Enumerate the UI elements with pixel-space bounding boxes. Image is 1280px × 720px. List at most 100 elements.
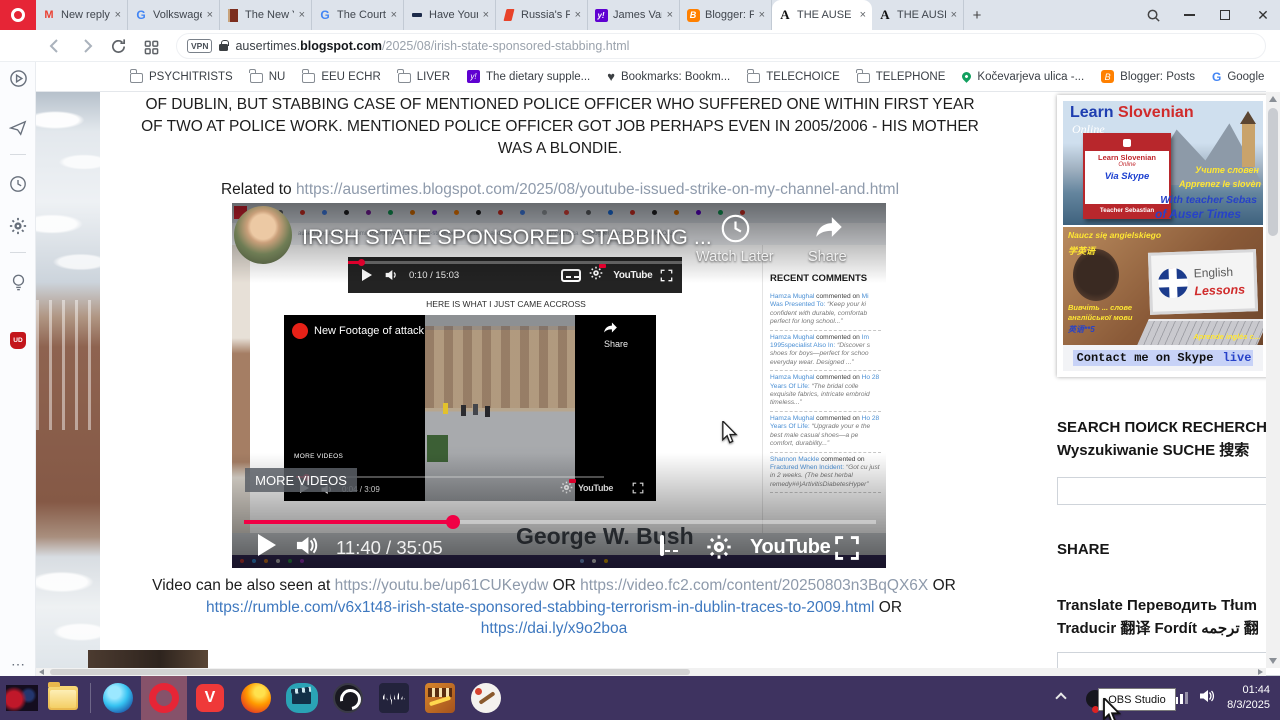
taskbar-explorer[interactable] [40, 676, 86, 720]
tab-james-van[interactable]: y!James Van× [588, 0, 680, 30]
share-icon[interactable] [602, 320, 619, 335]
watch-later-icon[interactable] [720, 213, 751, 244]
embedded-video-player[interactable]: ausertimes.blogspot.com/2025/08/youtube-… [232, 203, 886, 568]
lightbulb-icon[interactable] [8, 272, 28, 292]
tab-close-icon[interactable]: × [860, 9, 866, 21]
ublock-shield-icon[interactable]: UD [8, 330, 28, 350]
tab-close-icon[interactable]: × [207, 9, 213, 21]
reload-icon[interactable] [110, 35, 130, 57]
share-label[interactable]: Share [604, 339, 628, 349]
tab-close-icon[interactable]: × [115, 9, 121, 21]
dailymotion-link[interactable]: https://dai.ly/x9o2boa [481, 620, 628, 637]
fc2-link[interactable]: https://video.fc2.com/content/20250803n3… [580, 577, 928, 594]
close-button[interactable]: ✕ [1246, 0, 1280, 30]
back-icon[interactable] [46, 35, 66, 57]
rumble-link[interactable]: https://rumble.com/v6x1t48-irish-state-s… [206, 599, 874, 616]
tray-chevron-icon[interactable] [1048, 692, 1074, 704]
bookmark-folder-nu[interactable]: NU [249, 69, 285, 83]
taskbar-video-editor[interactable] [417, 676, 463, 720]
bookmark-maps[interactable]: Kočevarjeva ulica -... [960, 70, 1084, 83]
taskbar-movie-app[interactable] [279, 676, 325, 720]
my-flow-icon[interactable] [8, 118, 28, 138]
share-label[interactable]: Share [808, 249, 847, 265]
taskbar-firefox[interactable] [233, 676, 279, 720]
tab-close-icon[interactable]: × [391, 9, 397, 21]
outer-play-icon[interactable] [258, 534, 276, 556]
horizontal-scrollbar[interactable] [36, 668, 1266, 676]
tab-russias-fu[interactable]: Russia's Fu× [496, 0, 588, 30]
vpn-badge[interactable]: VPN [187, 39, 213, 53]
taskbar-vivaldi[interactable]: V [187, 676, 233, 720]
related-link[interactable]: https://ausertimes.blogspot.com/2025/08/… [296, 181, 899, 198]
ad-contact-band[interactable]: Contact me on Skype live [1063, 345, 1263, 371]
blog-search-input[interactable] [1057, 477, 1280, 505]
tab-auser-times-2[interactable]: ATHE AUSE× [872, 0, 964, 30]
forward-icon[interactable] [78, 35, 98, 57]
tab-the-court[interactable]: G The Court × [312, 0, 404, 30]
outer-volume-icon[interactable] [294, 534, 320, 557]
taskbar-media-preview[interactable] [0, 676, 40, 720]
learn-slovenian-ad[interactable]: Learn Slovenian Online Learn Slovenian O… [1057, 95, 1269, 377]
folder-icon [746, 69, 761, 83]
bookmark-bookmarks[interactable]: ♥ Bookmarks: Bookm... [607, 69, 730, 84]
player-icon[interactable] [8, 68, 28, 88]
settings-gear-icon[interactable] [8, 216, 28, 236]
bookmark-folder-eeu-echr[interactable]: EEU ECHR [301, 69, 381, 83]
bookmark-folder-telechoice[interactable]: TELECHOICE [746, 69, 840, 83]
tab-blogger[interactable]: B Blogger: P × [680, 0, 772, 30]
tab-close-icon[interactable]: × [667, 9, 673, 21]
outer-progress-knob[interactable] [446, 515, 460, 529]
tab-have-your[interactable]: Have Your × [404, 0, 496, 30]
scroll-right-icon[interactable] [1258, 669, 1263, 675]
channel-avatar[interactable] [292, 323, 308, 339]
bookmark-folder-psychitrists[interactable]: PSYCHITRISTS [129, 69, 233, 83]
tab-new-yorker[interactable]: The New Y× [220, 0, 312, 30]
volume-icon[interactable] [1198, 688, 1216, 709]
bookmark-folder-liver[interactable]: LIVER [397, 69, 450, 83]
tab-new-reply[interactable]: M New reply × [36, 0, 128, 30]
bookmark-dietary[interactable]: y! The dietary supple... [467, 70, 590, 83]
bookmark-google[interactable]: G Google [1212, 70, 1264, 84]
search-tabs-icon[interactable] [1138, 0, 1168, 30]
new-tab-button[interactable]: + [964, 0, 990, 30]
outer-youtube-logo[interactable]: YouTube [750, 536, 831, 559]
outer-captions-icon[interactable] [660, 535, 664, 556]
maximize-button[interactable] [1208, 0, 1242, 30]
vertical-scrollbar[interactable] [1266, 92, 1280, 668]
bookmark-blogger-posts[interactable]: B Blogger: Posts [1101, 70, 1195, 83]
scroll-down-icon[interactable] [1269, 658, 1277, 664]
bookmark-folder-telephone[interactable]: TELEPHONE [856, 69, 945, 83]
scroll-left-icon[interactable] [39, 669, 44, 675]
tab-auser-times-active[interactable]: A THE AUSE × [772, 0, 872, 30]
video-title[interactable]: IRISH STATE SPONSORED STABBING ... [302, 225, 712, 250]
history-clock-icon[interactable] [8, 174, 28, 194]
tray-clock[interactable]: 01:44 8/3/2025 [1222, 683, 1280, 713]
speed-dial-icon[interactable] [144, 36, 164, 58]
minimize-button[interactable] [1172, 0, 1206, 30]
outer-fullscreen-icon[interactable] [834, 535, 860, 561]
taskbar-opera-active[interactable] [141, 676, 187, 720]
ad-text-teacher: With teacher Sebas [1160, 194, 1257, 206]
tab-close-icon[interactable]: × [951, 9, 957, 21]
lock-icon[interactable] [219, 40, 230, 51]
tab-volkswagen[interactable]: G Volkswage × [128, 0, 220, 30]
tab-close-icon[interactable]: × [759, 9, 765, 21]
tab-close-icon[interactable]: × [299, 9, 305, 21]
video-channel-avatar[interactable] [234, 206, 292, 264]
sidebar-more-icon[interactable]: ⋯ [8, 654, 28, 674]
taskbar-edge[interactable] [95, 676, 141, 720]
scroll-up-icon[interactable] [1269, 96, 1277, 102]
tab-close-icon[interactable]: × [483, 9, 489, 21]
tab-close-icon[interactable]: × [575, 9, 581, 21]
horizontal-scroll-thumb[interactable] [50, 669, 690, 675]
taskbar-obs[interactable] [325, 676, 371, 720]
opera-menu-button[interactable] [0, 0, 36, 30]
youtube-link[interactable]: https://youtu.be/up61CUKeydw [335, 577, 549, 594]
taskbar-paint[interactable] [463, 676, 509, 720]
share-icon[interactable] [812, 212, 846, 242]
watch-later-label[interactable]: Watch Later [696, 249, 774, 265]
vertical-scroll-thumb[interactable] [1268, 108, 1278, 236]
outer-settings-gear-icon[interactable] [706, 534, 732, 565]
url-field[interactable]: VPN ausertimes.blogspot.com/2025/08/iris… [176, 33, 1266, 59]
taskbar-audacity[interactable] [371, 676, 417, 720]
